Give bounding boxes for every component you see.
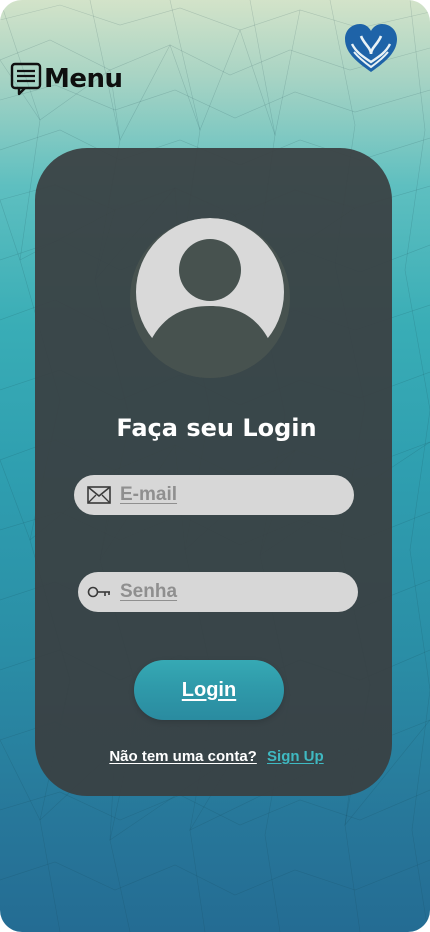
menu-label: Menu xyxy=(44,64,123,94)
key-icon xyxy=(87,586,110,598)
no-account-text: Não tem uma conta? xyxy=(109,748,257,765)
email-field[interactable]: E-mail xyxy=(74,475,354,515)
menu-button[interactable]: Menu xyxy=(10,62,123,96)
app-screen: Menu Faça seu Login E-mail Senha Login N… xyxy=(0,0,430,932)
password-placeholder: Senha xyxy=(120,581,178,602)
message-list-icon xyxy=(10,62,42,96)
email-placeholder: E-mail xyxy=(120,484,178,505)
password-field[interactable]: Senha xyxy=(78,572,358,612)
envelope-icon xyxy=(87,486,111,504)
avatar-placeholder xyxy=(130,218,290,378)
login-button[interactable]: Login xyxy=(134,660,284,720)
login-card: Faça seu Login E-mail Senha Login Não te… xyxy=(35,148,392,796)
page-title: Faça seu Login xyxy=(116,414,317,442)
signup-link[interactable]: Sign Up xyxy=(267,748,324,765)
signup-prompt: Não tem uma conta? Sign Up xyxy=(35,748,398,765)
user-silhouette-icon xyxy=(136,218,284,378)
heart-wave-logo xyxy=(345,24,397,72)
